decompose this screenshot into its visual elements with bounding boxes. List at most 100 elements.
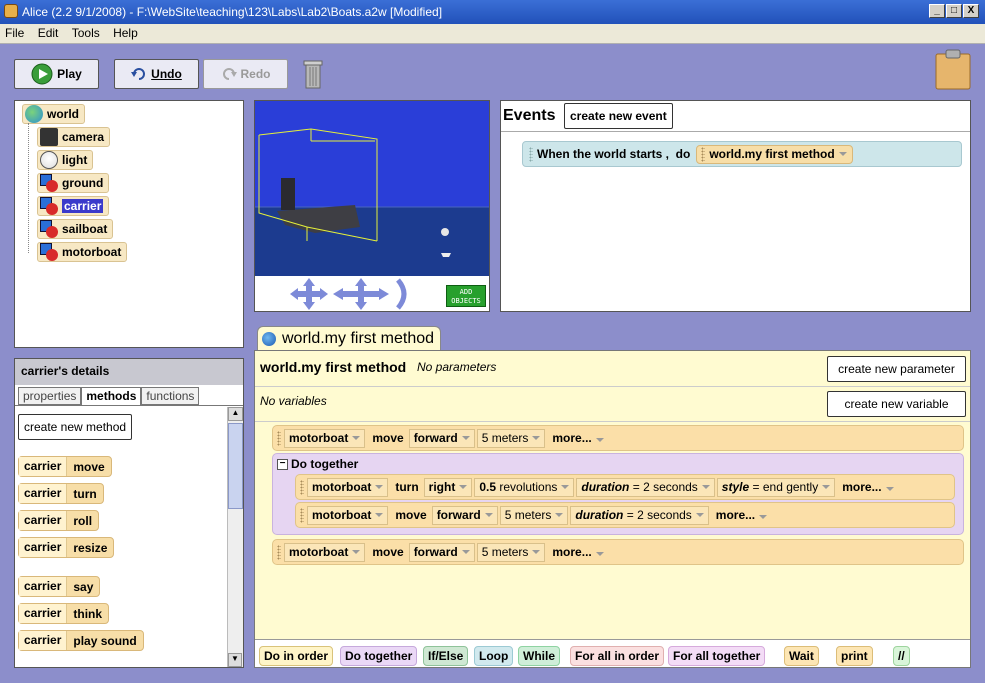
dropdown-arrow-icon[interactable] (461, 550, 470, 554)
tree-item-carrier[interactable]: carrier (37, 196, 110, 216)
object-param[interactable]: motorboat (307, 477, 389, 497)
tree-item-world[interactable]: world (22, 104, 85, 124)
dropdown-arrow-icon[interactable] (352, 436, 361, 440)
for-all-in-order-tile[interactable]: For all in order (570, 646, 665, 666)
tab-properties[interactable]: properties (18, 387, 82, 405)
tab-methods[interactable]: methods (81, 387, 142, 405)
dropdown-arrow-icon[interactable] (885, 487, 894, 491)
method-tile-play-sound[interactable]: carrier play sound (18, 630, 144, 651)
dropdown-arrow-icon[interactable] (375, 513, 384, 517)
duration-param[interactable]: duration = 2 seconds (570, 505, 709, 525)
dropdown-arrow-icon[interactable] (595, 438, 604, 442)
method-tile-move[interactable]: carrier move (18, 456, 112, 477)
tree-item-sailboat[interactable]: sailboat (37, 219, 114, 239)
dropdown-arrow-icon[interactable] (375, 485, 384, 489)
dropdown-arrow-icon[interactable] (555, 513, 564, 517)
amount-param[interactable]: 5 meters (476, 428, 546, 448)
drag-handle[interactable] (277, 430, 281, 446)
dropdown-arrow-icon[interactable] (561, 485, 570, 489)
create-new-event-button[interactable]: create new event (564, 103, 673, 129)
add-objects-button[interactable]: ADD OBJECTS (446, 285, 486, 307)
drag-handle[interactable] (300, 507, 304, 523)
collapse-toggle-icon[interactable]: − (277, 458, 288, 470)
menu-file[interactable]: File (0, 24, 29, 42)
amount-param[interactable]: 5 meters (476, 542, 546, 562)
direction-param[interactable]: forward (431, 505, 498, 525)
move-camera-icon[interactable] (290, 278, 328, 310)
do-together-tile[interactable]: Do together (340, 646, 418, 666)
tree-item-ground[interactable]: ground (37, 173, 110, 193)
drag-handle[interactable] (529, 146, 533, 162)
while-tile[interactable]: While (518, 646, 560, 666)
maximize-button[interactable]: □ (946, 4, 962, 18)
clipboard-icon[interactable] (935, 48, 971, 90)
duration-param[interactable]: duration = 2 seconds (576, 477, 715, 497)
close-button[interactable]: X (963, 4, 979, 18)
menu-tools[interactable]: Tools (67, 24, 105, 42)
menu-edit[interactable]: Edit (33, 24, 64, 42)
details-scrollbar[interactable]: ▲ ▼ (227, 407, 243, 667)
command-row[interactable]: motorboat turn right 0.5 revolutions dur… (295, 474, 955, 500)
wait-tile[interactable]: Wait (784, 646, 819, 666)
amount-param[interactable]: 0.5 revolutions (474, 477, 575, 497)
direction-param[interactable]: forward (408, 542, 475, 562)
undo-button[interactable]: Undo (114, 59, 199, 89)
loop-tile[interactable]: Loop (474, 646, 514, 666)
menu-help[interactable]: Help (108, 24, 143, 42)
if-else-tile[interactable]: If/Else (423, 646, 469, 666)
tree-item-camera[interactable]: camera (37, 127, 111, 147)
scroll-down-icon[interactable]: ▼ (228, 653, 242, 667)
dropdown-arrow-icon[interactable] (595, 552, 604, 556)
dropdown-arrow-icon[interactable] (759, 515, 768, 519)
command-row[interactable]: motorboat move forward 5 meters more... (272, 425, 964, 451)
more-button[interactable]: more... (547, 431, 608, 445)
event-method-tile[interactable]: world.my first method (696, 144, 853, 164)
command-row[interactable]: motorboat move forward 5 meters duration… (295, 502, 955, 528)
method-tile-roll[interactable]: carrier roll (18, 510, 100, 531)
more-button[interactable]: more... (547, 545, 608, 559)
method-tile-think[interactable]: carrier think (18, 603, 110, 624)
method-tile-turn[interactable]: carrier turn (18, 483, 104, 504)
command-row[interactable]: motorboat move forward 5 meters more... (272, 539, 964, 565)
pan-camera-icon[interactable] (333, 278, 389, 310)
dropdown-arrow-icon[interactable] (532, 550, 541, 554)
tab-functions[interactable]: functions (141, 387, 200, 405)
dropdown-arrow-icon[interactable] (822, 485, 831, 489)
tree-item-light[interactable]: light (37, 150, 94, 170)
direction-param[interactable]: forward (408, 428, 475, 448)
dropdown-arrow-icon[interactable] (461, 436, 470, 440)
scroll-thumb[interactable] (228, 423, 243, 509)
comment-tile[interactable]: // (893, 646, 910, 666)
more-button[interactable]: more... (711, 508, 772, 522)
trash-icon[interactable] (303, 58, 323, 90)
object-param[interactable]: motorboat (307, 505, 389, 525)
dropdown-arrow-icon[interactable] (484, 513, 493, 517)
create-new-method-button[interactable]: create new method (18, 414, 133, 440)
dropdown-arrow-icon[interactable] (352, 550, 361, 554)
minimize-button[interactable]: _ (929, 4, 945, 18)
do-in-order-tile[interactable]: Do in order (259, 646, 334, 666)
dropdown-arrow-icon[interactable] (459, 485, 468, 489)
object-param[interactable]: motorboat (284, 542, 366, 562)
direction-param[interactable]: right (423, 477, 473, 497)
tab-world-my-first-method[interactable]: world.my first method (257, 326, 442, 350)
create-new-parameter-button[interactable]: create new parameter (827, 356, 966, 382)
drag-handle[interactable] (300, 479, 304, 495)
dropdown-arrow-icon[interactable] (532, 436, 541, 440)
do-together-block[interactable]: − Do together motorboat turn right 0.5 r… (272, 453, 964, 535)
for-all-together-tile[interactable]: For all together (668, 646, 766, 666)
object-param[interactable]: motorboat (284, 428, 366, 448)
tree-item-motorboat[interactable]: motorboat (37, 242, 128, 262)
dropdown-arrow-icon[interactable] (701, 485, 710, 489)
more-button[interactable]: more... (837, 480, 898, 494)
dropdown-arrow-icon[interactable] (838, 152, 847, 156)
dropdown-arrow-icon[interactable] (695, 513, 704, 517)
style-param[interactable]: style = end gently (716, 477, 836, 497)
drag-handle[interactable] (277, 544, 281, 560)
play-button[interactable]: Play (14, 59, 99, 89)
amount-param[interactable]: 5 meters (499, 505, 569, 525)
create-new-variable-button[interactable]: create new variable (827, 391, 966, 417)
scene-view[interactable]: ADD OBJECTS (254, 100, 490, 312)
world-start-event[interactable]: When the world starts , do world.my firs… (522, 141, 962, 167)
redo-button[interactable]: Redo (203, 59, 288, 89)
